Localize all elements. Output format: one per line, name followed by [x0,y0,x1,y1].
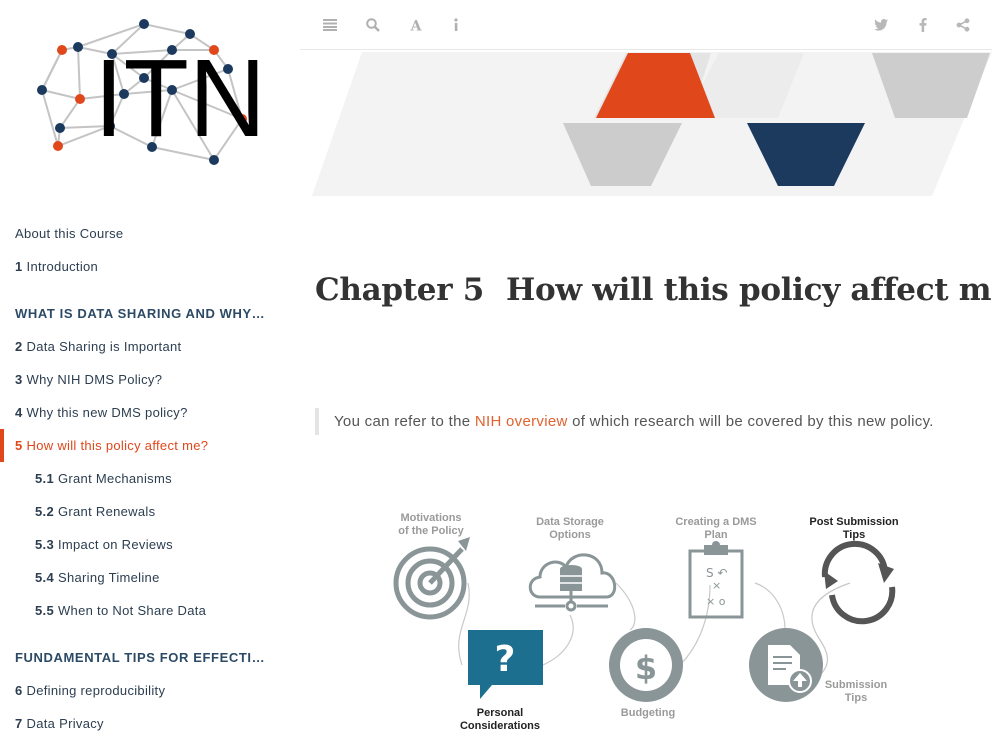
toc-item-introduction[interactable]: 1 Introduction [0,250,300,283]
toc-label: Data Privacy [26,716,104,731]
toc-part-header-fundamental-tips[interactable]: FUNDAMENTAL TIPS FOR EFFECTIVE D... [0,641,285,674]
label-text: Personal Considerations [459,707,541,732]
toc-item-section-5-5[interactable]: 5.5 When to Not Share Data [0,594,300,627]
toc-item-section-5-2[interactable]: 5.2 Grant Renewals [0,495,300,528]
toc-number: 3 [15,372,23,387]
chapter-title: Chapter 5 How will this policy affect me? [315,272,992,308]
toc-label: About this Course [15,226,124,241]
toc-part-header-data-sharing[interactable]: WHAT IS DATA SHARING AND WHY IS I... [0,297,285,330]
document-upload-icon [749,628,823,702]
toc-label: When to Not Share Data [57,603,207,618]
label-text: Creating a DMS Plan [675,516,757,541]
toc-item-chapter-7[interactable]: 7 Data Privacy [0,707,300,740]
sidebar: ITN About this Course 1 Introduction WHAT… [0,0,300,744]
info-blockquote: You can refer to the NIH overview of whi… [315,408,935,435]
info-icon[interactable] [445,14,467,36]
toc-number: 5.2 [35,504,54,519]
cloud-database-icon [528,553,617,612]
chapter-heading-text: How will this policy affect me? [506,272,992,308]
toc-toggle-icon[interactable] [319,14,341,36]
toc-number: 2 [15,339,23,354]
itn-logo[interactable]: ITN [22,14,272,174]
label-text: Budgeting [620,707,676,719]
share-icon[interactable] [952,14,974,36]
toc-label: Impact on Reviews [57,537,173,552]
facebook-icon[interactable] [912,14,934,36]
toc-item-chapter-3[interactable]: 3 Why NIH DMS Policy? [0,363,300,396]
svg-text:×: × [712,579,721,592]
svg-text:?: ? [495,639,516,680]
label-data-storage: Data Storage Options [530,516,610,542]
toc-number: 7 [15,716,23,731]
font-settings-icon[interactable]: A [405,14,427,36]
dollar-coin-icon: $ [609,628,683,702]
toc-number: 5 [15,438,23,453]
label-text: Submission Tips [824,679,888,704]
toc-number: 5.4 [35,570,54,585]
toc-label: Defining reproducibility [26,683,166,698]
toc-item-chapter-6[interactable]: 6 Defining reproducibility [0,674,300,707]
svg-text:× o: × o [706,595,726,608]
toc-item-section-5-3[interactable]: 5.3 Impact on Reviews [0,528,300,561]
logo-text: ITN [94,37,266,160]
chapter-number: Chapter 5 [315,272,485,308]
toc-label: Grant Mechanisms [57,471,172,486]
toc-number: 5.1 [35,471,54,486]
toc-part-label: FUNDAMENTAL TIPS FOR EFFECTIVE D... [15,650,285,665]
policy-roadmap-infographic: S ↶ × × o ? $ Motivations of the Policy … [380,505,920,744]
label-text: Data Storage Options [536,516,604,541]
toc-label: How will this policy affect me? [26,438,209,453]
toc-number: 5.5 [35,603,54,618]
toc-number: 1 [15,259,23,274]
toc-number: 6 [15,683,23,698]
chapter-banner-image [312,52,992,196]
toc-item-chapter-5-active[interactable]: 5 How will this policy affect me? [0,429,300,462]
label-submission-tips: Submission Tips [820,679,892,705]
quote-text-before: You can refer to the [334,413,475,430]
search-icon[interactable] [362,14,384,36]
toc-label: Why this new DMS policy? [26,405,188,420]
toc-item-section-5-1[interactable]: 5.1 Grant Mechanisms [0,462,300,495]
label-motivations: Motivations of the Policy [390,512,472,538]
top-toolbar: A [300,0,992,50]
toc-item-chapter-4[interactable]: 4 Why this new DMS policy? [0,396,300,429]
toc-number: 4 [15,405,23,420]
svg-text:A: A [410,19,423,33]
target-icon [393,537,470,620]
quote-text-after: of which research will be covered by thi… [567,413,934,430]
svg-text:S ↶: S ↶ [706,566,728,580]
toc-label: Why NIH DMS Policy? [26,372,163,387]
clipboard-plan-icon: S ↶ × × o [688,541,744,619]
label-personal-considerations: Personal Considerations [450,707,550,733]
toc-label: Data Sharing is Important [26,339,182,354]
toc-label: Sharing Timeline [57,570,160,585]
toc-item-about[interactable]: About this Course [0,217,300,250]
toc-label: Introduction [26,259,99,274]
question-bubble-icon: ? [468,630,543,699]
label-text: Post Submission Tips [809,516,899,541]
toc-item-section-5-4[interactable]: 5.4 Sharing Timeline [0,561,300,594]
label-creating-dms-plan: Creating a DMS Plan [668,516,764,542]
toc-label: Grant Renewals [57,504,156,519]
twitter-icon[interactable] [870,14,892,36]
label-text: Motivations of the Policy [398,512,464,537]
toc-part-label: WHAT IS DATA SHARING AND WHY IS I... [15,306,285,321]
toc-number: 5.3 [35,537,54,552]
svg-text:$: $ [635,649,657,687]
label-post-submission: Post Submission Tips [804,516,904,542]
nih-overview-link[interactable]: NIH overview [475,413,568,430]
refresh-arrows-icon [821,540,896,625]
label-budgeting: Budgeting [608,707,688,720]
toc-item-chapter-2[interactable]: 2 Data Sharing is Important [0,330,300,363]
table-of-contents: About this Course 1 Introduction WHAT IS … [0,217,300,740]
